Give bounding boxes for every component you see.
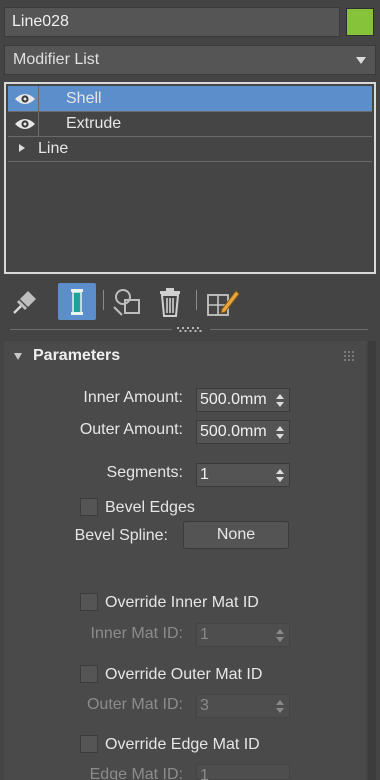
edge-mat-id-spinner: 1 (196, 764, 290, 780)
inner-amount-label: Inner Amount: (83, 389, 183, 406)
bevel-edges-label: Bevel Edges (105, 499, 195, 516)
stack-item-shell[interactable]: Shell (8, 86, 372, 111)
stack-item-label: Extrude (66, 115, 122, 132)
stack-item-line[interactable]: Line (8, 136, 372, 161)
pin-stack-icon[interactable] (6, 285, 42, 319)
spinner-arrows-icon (276, 700, 284, 713)
eye-icon[interactable] (14, 92, 36, 106)
rollout-title: Parameters (33, 347, 121, 364)
spinner-arrows-icon[interactable] (276, 394, 284, 407)
show-end-result-button[interactable] (58, 283, 96, 320)
inner-amount-value: 500.0mm (200, 391, 267, 408)
outer-mat-id-spinner: 3 (196, 694, 290, 718)
configure-modifier-sets-icon[interactable] (204, 285, 240, 319)
segments-label: Segments: (106, 464, 183, 481)
panel-scrollbar[interactable] (368, 341, 376, 780)
bevel-spline-label: Bevel Spline: (74, 527, 168, 544)
edge-mat-id-value: 1 (200, 767, 209, 780)
override-edge-mat-id-label: Override Edge Mat ID (105, 736, 260, 753)
rollout-drag-grip-icon[interactable] (344, 351, 354, 361)
override-inner-mat-id-label: Override Inner Mat ID (105, 594, 259, 611)
outer-mat-id-label: Outer Mat ID: (86, 696, 183, 713)
stack-item-label: Shell (66, 90, 102, 107)
bevel-spline-pick-button[interactable]: None (183, 521, 289, 549)
modifier-stack[interactable]: Shell Extrude Line (4, 82, 376, 274)
outer-mat-id-value: 3 (200, 697, 209, 714)
segments-value: 1 (200, 466, 209, 483)
spinner-arrows-icon[interactable] (276, 469, 284, 482)
parameters-rollout (4, 341, 366, 780)
show-end-result-icon (71, 289, 83, 315)
override-edge-mat-id-checkbox[interactable] (80, 735, 98, 753)
inner-mat-id-value: 1 (200, 626, 209, 643)
override-outer-mat-id-checkbox[interactable] (80, 665, 98, 683)
eye-icon[interactable] (14, 117, 36, 131)
stack-item-label: Line (38, 140, 69, 157)
chevron-down-icon (356, 57, 366, 64)
inner-amount-spinner[interactable]: 500.0mm (196, 388, 290, 412)
outer-amount-value: 500.0mm (200, 423, 267, 440)
inner-mat-id-label: Inner Mat ID: (90, 625, 183, 642)
remove-modifier-icon[interactable] (152, 285, 188, 319)
outer-amount-label: Outer Amount: (79, 421, 183, 438)
modifier-list-dropdown[interactable]: Modifier List (4, 45, 376, 75)
spinner-arrows-icon[interactable] (276, 426, 284, 439)
bevel-edges-checkbox[interactable] (80, 498, 98, 516)
segments-spinner[interactable]: 1 (196, 463, 290, 487)
object-color-swatch[interactable] (346, 8, 374, 36)
object-name-field[interactable]: Line028 (4, 7, 340, 37)
triangle-right-icon[interactable] (19, 144, 25, 152)
outer-amount-spinner[interactable]: 500.0mm (196, 420, 290, 444)
override-inner-mat-id-checkbox[interactable] (80, 593, 98, 611)
edge-mat-id-label: Edge Mat ID: (89, 766, 183, 780)
inner-mat-id-spinner: 1 (196, 623, 290, 647)
override-outer-mat-id-label: Override Outer Mat ID (105, 666, 263, 683)
spinner-arrows-icon (276, 629, 284, 642)
panel-resize-grip[interactable] (176, 326, 204, 332)
stack-item-extrude[interactable]: Extrude (8, 111, 372, 136)
collapse-triangle-icon (14, 353, 22, 360)
parameters-rollout-header[interactable]: Parameters (4, 341, 366, 373)
make-unique-icon[interactable] (110, 285, 146, 319)
modifier-list-label: Modifier List (13, 51, 100, 68)
